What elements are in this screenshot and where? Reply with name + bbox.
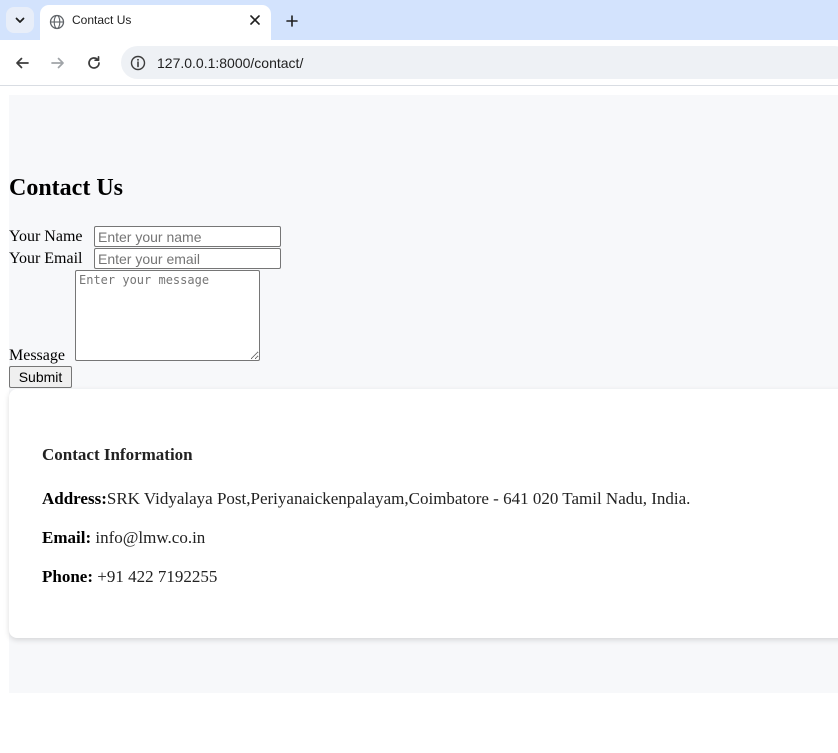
contact-info-card [9, 389, 838, 638]
message-label: Message [9, 347, 65, 364]
chevron-down-icon [15, 17, 25, 23]
phone-value: +91 422 7192255 [93, 567, 218, 586]
email-label: Your Email [9, 250, 83, 267]
contact-info-title: Contact Information [42, 445, 193, 464]
message-textarea[interactable] [75, 270, 260, 361]
globe-icon [49, 14, 65, 30]
new-tab-button[interactable] [281, 10, 303, 32]
tab-close-button[interactable] [247, 12, 263, 28]
address-line: Address:SRK Vidyalaya Post,Periyanaicken… [42, 489, 690, 509]
address-value: SRK Vidyalaya Post,Periyanaickenpalayam,… [106, 489, 691, 508]
arrow-left-icon [16, 57, 29, 69]
close-icon [250, 15, 260, 25]
arrow-right-icon [51, 57, 64, 69]
phone-line: Phone: +91 422 7192255 [42, 567, 217, 587]
address-label: Address: [42, 489, 107, 508]
reload-icon [88, 55, 100, 69]
tab-search-button[interactable] [6, 7, 34, 33]
submit-button[interactable]: Submit [9, 366, 72, 388]
info-icon[interactable] [130, 55, 146, 71]
tab-title: Contact Us [72, 13, 132, 27]
browser-toolbar: 127.0.0.1:8000/contact/ [0, 40, 838, 86]
reload-button[interactable] [82, 51, 106, 75]
email-input[interactable] [94, 248, 281, 269]
name-label: Your Name [9, 228, 83, 245]
url-text[interactable]: 127.0.0.1:8000/contact/ [157, 55, 303, 71]
browser-tab-active[interactable]: Contact Us [40, 5, 271, 40]
browser-tabstrip: Contact Us [0, 0, 838, 40]
name-input[interactable] [94, 226, 281, 247]
email-line: Email: info@lmw.co.in [42, 528, 205, 548]
plus-icon [286, 15, 298, 27]
forward-button[interactable] [46, 51, 70, 75]
page-title: Contact Us [9, 175, 123, 201]
address-bar[interactable]: 127.0.0.1:8000/contact/ [121, 46, 838, 79]
email-info-label: Email: [42, 528, 92, 547]
back-button[interactable] [10, 51, 34, 75]
email-info-value: info@lmw.co.in [91, 528, 206, 547]
phone-label: Phone: [42, 567, 93, 586]
